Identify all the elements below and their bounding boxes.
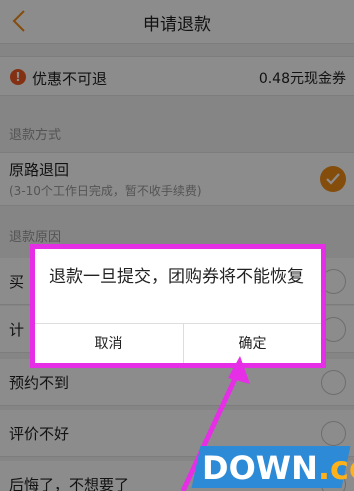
watermark-text: DOWN.cc xyxy=(202,449,354,487)
watermark-logo: DOWN.cc xyxy=(191,446,354,488)
arrow-annotation-icon xyxy=(180,356,250,491)
